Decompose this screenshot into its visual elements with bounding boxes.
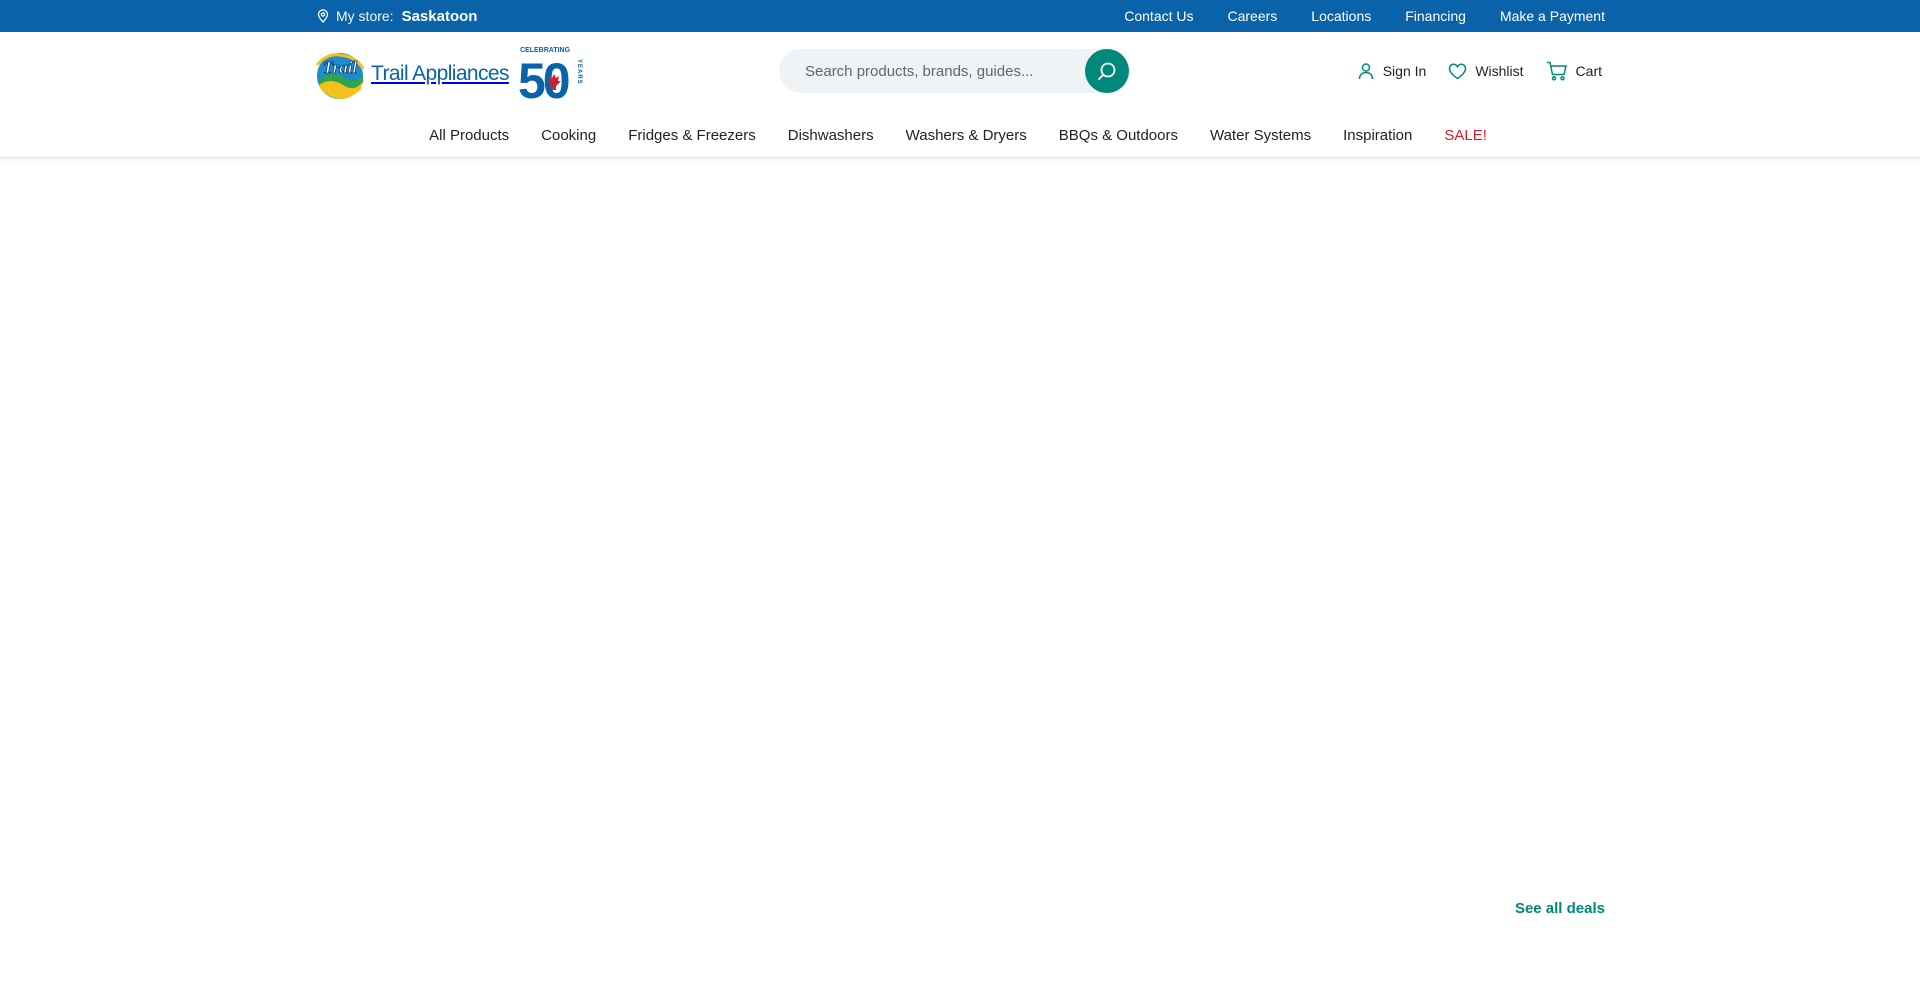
user-icon [1358,63,1373,80]
wishlist-button[interactable]: Wishlist [1448,63,1524,80]
make-a-payment-link[interactable]: Make a Payment [1500,8,1605,24]
nav-washers-dryers[interactable]: Washers & Dryers [906,127,1027,144]
see-all-deals-link[interactable]: See all deals [1515,900,1605,917]
my-store[interactable]: My store: Saskatoon [316,0,477,32]
account-actions: Sign In Wishlist Cart [1357,56,1602,86]
store-label: My store: [336,8,394,24]
cart-button[interactable]: Cart [1546,61,1602,81]
locations-link[interactable]: Locations [1311,8,1371,24]
logo-text: Trail Appliances [371,62,509,85]
badge-number: 50 [519,53,569,101]
nav-bbqs-outdoors[interactable]: BBQs & Outdoors [1059,127,1178,144]
cart-label: Cart [1575,63,1602,79]
main-navigation: All Products Cooking Fridges & Freezers … [0,120,1920,150]
search-button[interactable] [1085,49,1129,93]
site-header: Trail Trail Appliances CELEBRATING 50 YE… [0,32,1920,158]
top-utility-bar: My store: Saskatoon Contact Us Careers L… [0,0,1920,32]
search-icon [1098,62,1116,80]
utility-links: Contact Us Careers Locations Financing M… [1124,0,1605,32]
contact-us-link[interactable]: Contact Us [1124,8,1193,24]
search-bar [779,49,1129,93]
store-name[interactable]: Saskatoon [402,8,478,25]
nav-cooking[interactable]: Cooking [541,127,596,144]
svg-text:Trail: Trail [323,58,358,77]
financing-link[interactable]: Financing [1405,8,1466,24]
trail-logo-badge-icon: Trail [313,47,367,101]
sign-in-button[interactable]: Sign In [1357,62,1427,80]
nav-sale[interactable]: SALE! [1444,127,1487,144]
careers-link[interactable]: Careers [1228,8,1278,24]
trail-appliances-logo[interactable]: Trail Trail Appliances [313,44,509,104]
nav-dishwashers[interactable]: Dishwashers [788,127,874,144]
sign-in-label: Sign In [1382,63,1427,79]
nav-all-products[interactable]: All Products [429,127,509,144]
nav-fridges-freezers[interactable]: Fridges & Freezers [628,127,756,144]
nav-inspiration[interactable]: Inspiration [1343,127,1412,144]
badge-side-text: YEARS [576,59,582,85]
wishlist-label: Wishlist [1475,63,1524,79]
search-input[interactable] [803,49,1073,93]
cart-icon [1546,61,1567,81]
nav-water-systems[interactable]: Water Systems [1210,127,1311,144]
heart-icon [1449,63,1467,79]
map-pin-icon [316,9,330,23]
celebrating-50-years-badge: CELEBRATING 50 YEARS [518,45,585,109]
